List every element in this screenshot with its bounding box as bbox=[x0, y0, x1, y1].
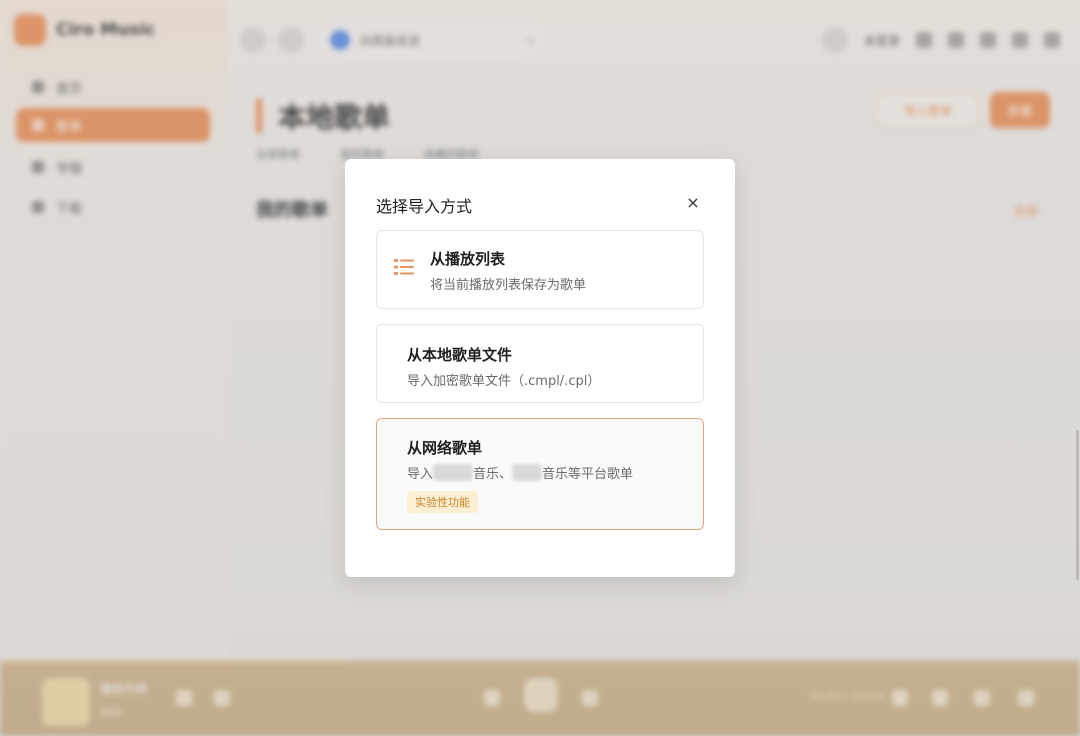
import-dialog: 选择导入方式 × 从播放列表 将当前播放列表保存为歌单 从本地歌单文件 导入加密… bbox=[345, 159, 735, 577]
redacted-text bbox=[512, 464, 543, 481]
desc-suffix: 音乐等平台歌单 bbox=[542, 467, 634, 482]
option-title: 从播放列表 bbox=[430, 250, 506, 268]
option-from-online[interactable]: 从网络歌单 导入 音乐、 音乐等平台歌单 实验性功能 bbox=[376, 418, 704, 530]
option-from-playlist[interactable]: 从播放列表 将当前播放列表保存为歌单 bbox=[376, 230, 704, 309]
option-desc: 将当前播放列表保存为歌单 bbox=[430, 278, 587, 293]
desc-prefix: 导入 bbox=[407, 467, 434, 482]
dialog-title: 选择导入方式 bbox=[376, 197, 473, 216]
redacted-text bbox=[433, 464, 474, 481]
option-title: 从网络歌单 bbox=[407, 439, 483, 457]
list-icon bbox=[394, 259, 414, 275]
option-from-local-file[interactable]: 从本地歌单文件 导入加密歌单文件（.cmpl/.cpl） bbox=[376, 324, 704, 403]
experimental-badge: 实验性功能 bbox=[407, 491, 478, 513]
option-desc: 导入加密歌单文件（.cmpl/.cpl） bbox=[407, 374, 601, 389]
option-title: 从本地歌单文件 bbox=[407, 346, 513, 364]
desc-mid: 音乐、 bbox=[473, 467, 513, 482]
close-icon[interactable]: × bbox=[681, 190, 705, 214]
option-desc: 导入 音乐、 音乐等平台歌单 bbox=[407, 463, 633, 482]
app-window: Ciro Music 首页 歌单 专辑 下载 向歌曲发送 ⌕ 未登录 本地歌单 … bbox=[0, 0, 1080, 736]
